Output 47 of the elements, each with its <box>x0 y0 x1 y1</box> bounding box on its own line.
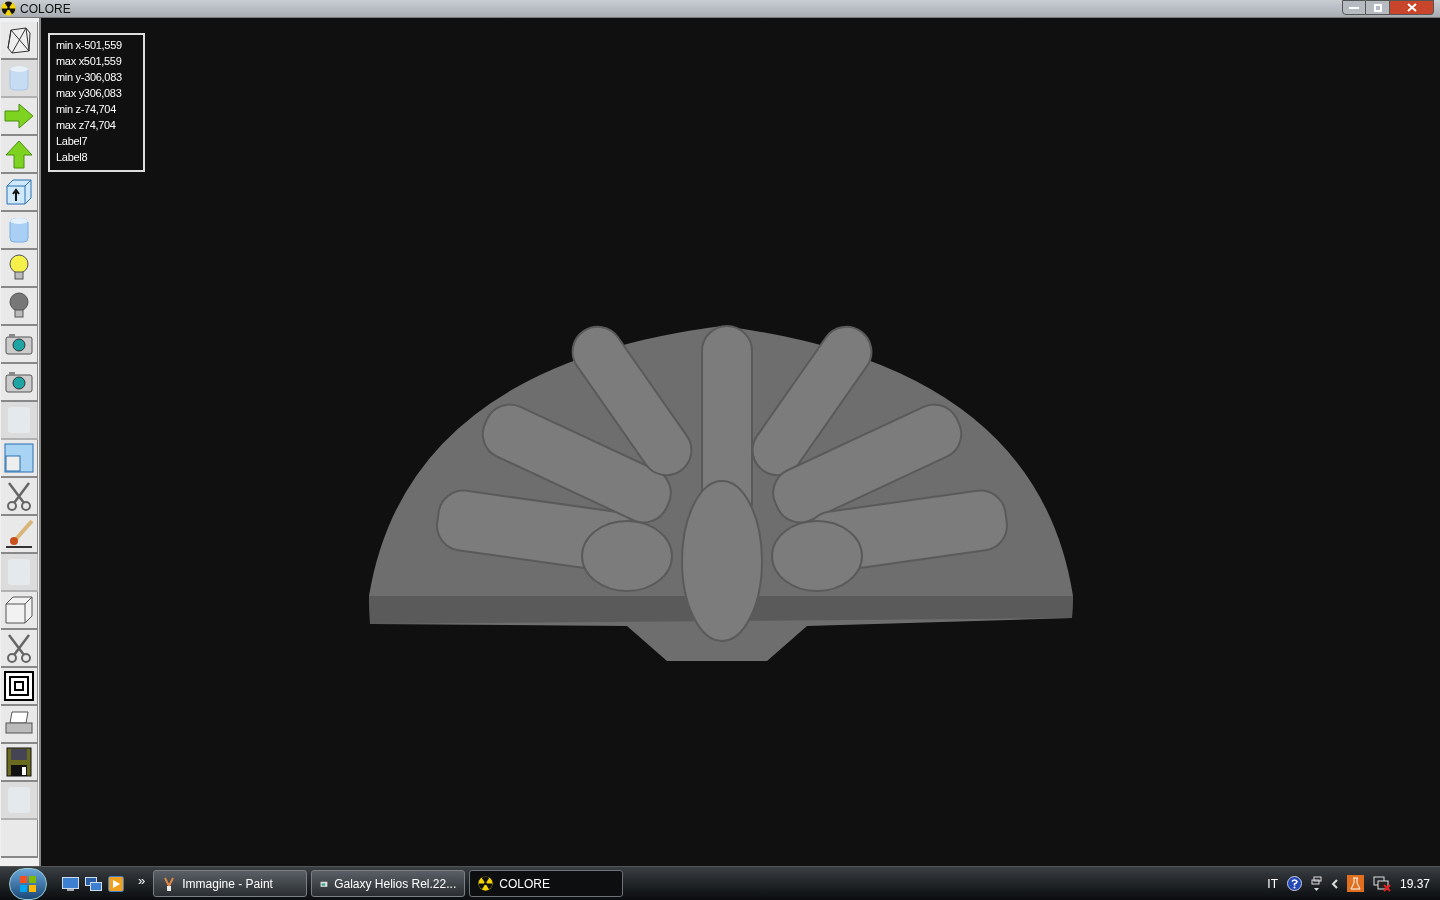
close-icon <box>1406 3 1417 12</box>
toolbar-button[interactable] <box>1 174 38 212</box>
switch-windows-icon[interactable] <box>85 876 102 891</box>
wireframe-box-icon <box>4 25 34 55</box>
help-icon[interactable] <box>1286 876 1302 891</box>
toolbar-button[interactable] <box>1 744 38 782</box>
dimension-label: min z-74,704 <box>56 102 117 117</box>
toolbar-button[interactable] <box>1 22 38 60</box>
windows-icon <box>4 443 34 473</box>
dimension-label: max z74,704 <box>56 118 117 133</box>
toolbar-button[interactable] <box>1 668 38 706</box>
windows-logo-icon <box>19 874 37 893</box>
cube-arrow-icon <box>4 177 34 207</box>
dimension-label: min y-306,083 <box>56 70 123 85</box>
taskbar-button[interactable]: Galaxy Helios Rel.22... <box>311 870 466 897</box>
start-button[interactable] <box>9 867 47 900</box>
dimension-label: max x501,559 <box>56 54 123 69</box>
windows-tray-icon[interactable] <box>1310 875 1322 892</box>
concentric-squares-icon <box>4 671 34 701</box>
close-button[interactable] <box>1390 0 1434 15</box>
language-indicator[interactable]: IT <box>1267 874 1278 893</box>
window-title: COLORE <box>20 2 71 15</box>
radiation-icon <box>1 1 16 16</box>
taskbar-button[interactable]: Immagine - Paint <box>153 870 308 897</box>
paintbrush-icon <box>162 876 177 891</box>
toolbar-button[interactable] <box>1 516 38 554</box>
taskbar-button[interactable]: COLORE <box>469 870 624 897</box>
dimension-label: max y306,083 <box>56 86 123 101</box>
flask-app-icon[interactable] <box>1346 875 1364 892</box>
radiation-icon <box>478 876 494 891</box>
media-player-icon[interactable] <box>108 875 124 892</box>
desktop-icon[interactable] <box>62 876 79 891</box>
restore-button[interactable] <box>1366 0 1390 15</box>
clock: 19.37 <box>1399 875 1430 893</box>
brush-icon <box>4 519 34 549</box>
minimize-button[interactable] <box>1342 0 1366 15</box>
scissors-icon <box>4 481 34 511</box>
arrow-up-icon <box>4 139 34 169</box>
dimension-label: min x-501,559 <box>56 38 123 53</box>
more-chevron[interactable]: » <box>138 870 146 891</box>
scissors-icon <box>4 633 34 663</box>
network-error-icon[interactable] <box>1372 875 1391 892</box>
dimension-label: Label7 <box>56 134 89 149</box>
chevron-left-icon[interactable] <box>1330 878 1338 889</box>
cube-icon <box>4 595 34 625</box>
dimension-label: Label8 <box>56 150 89 165</box>
arrow-right-icon <box>4 101 34 131</box>
